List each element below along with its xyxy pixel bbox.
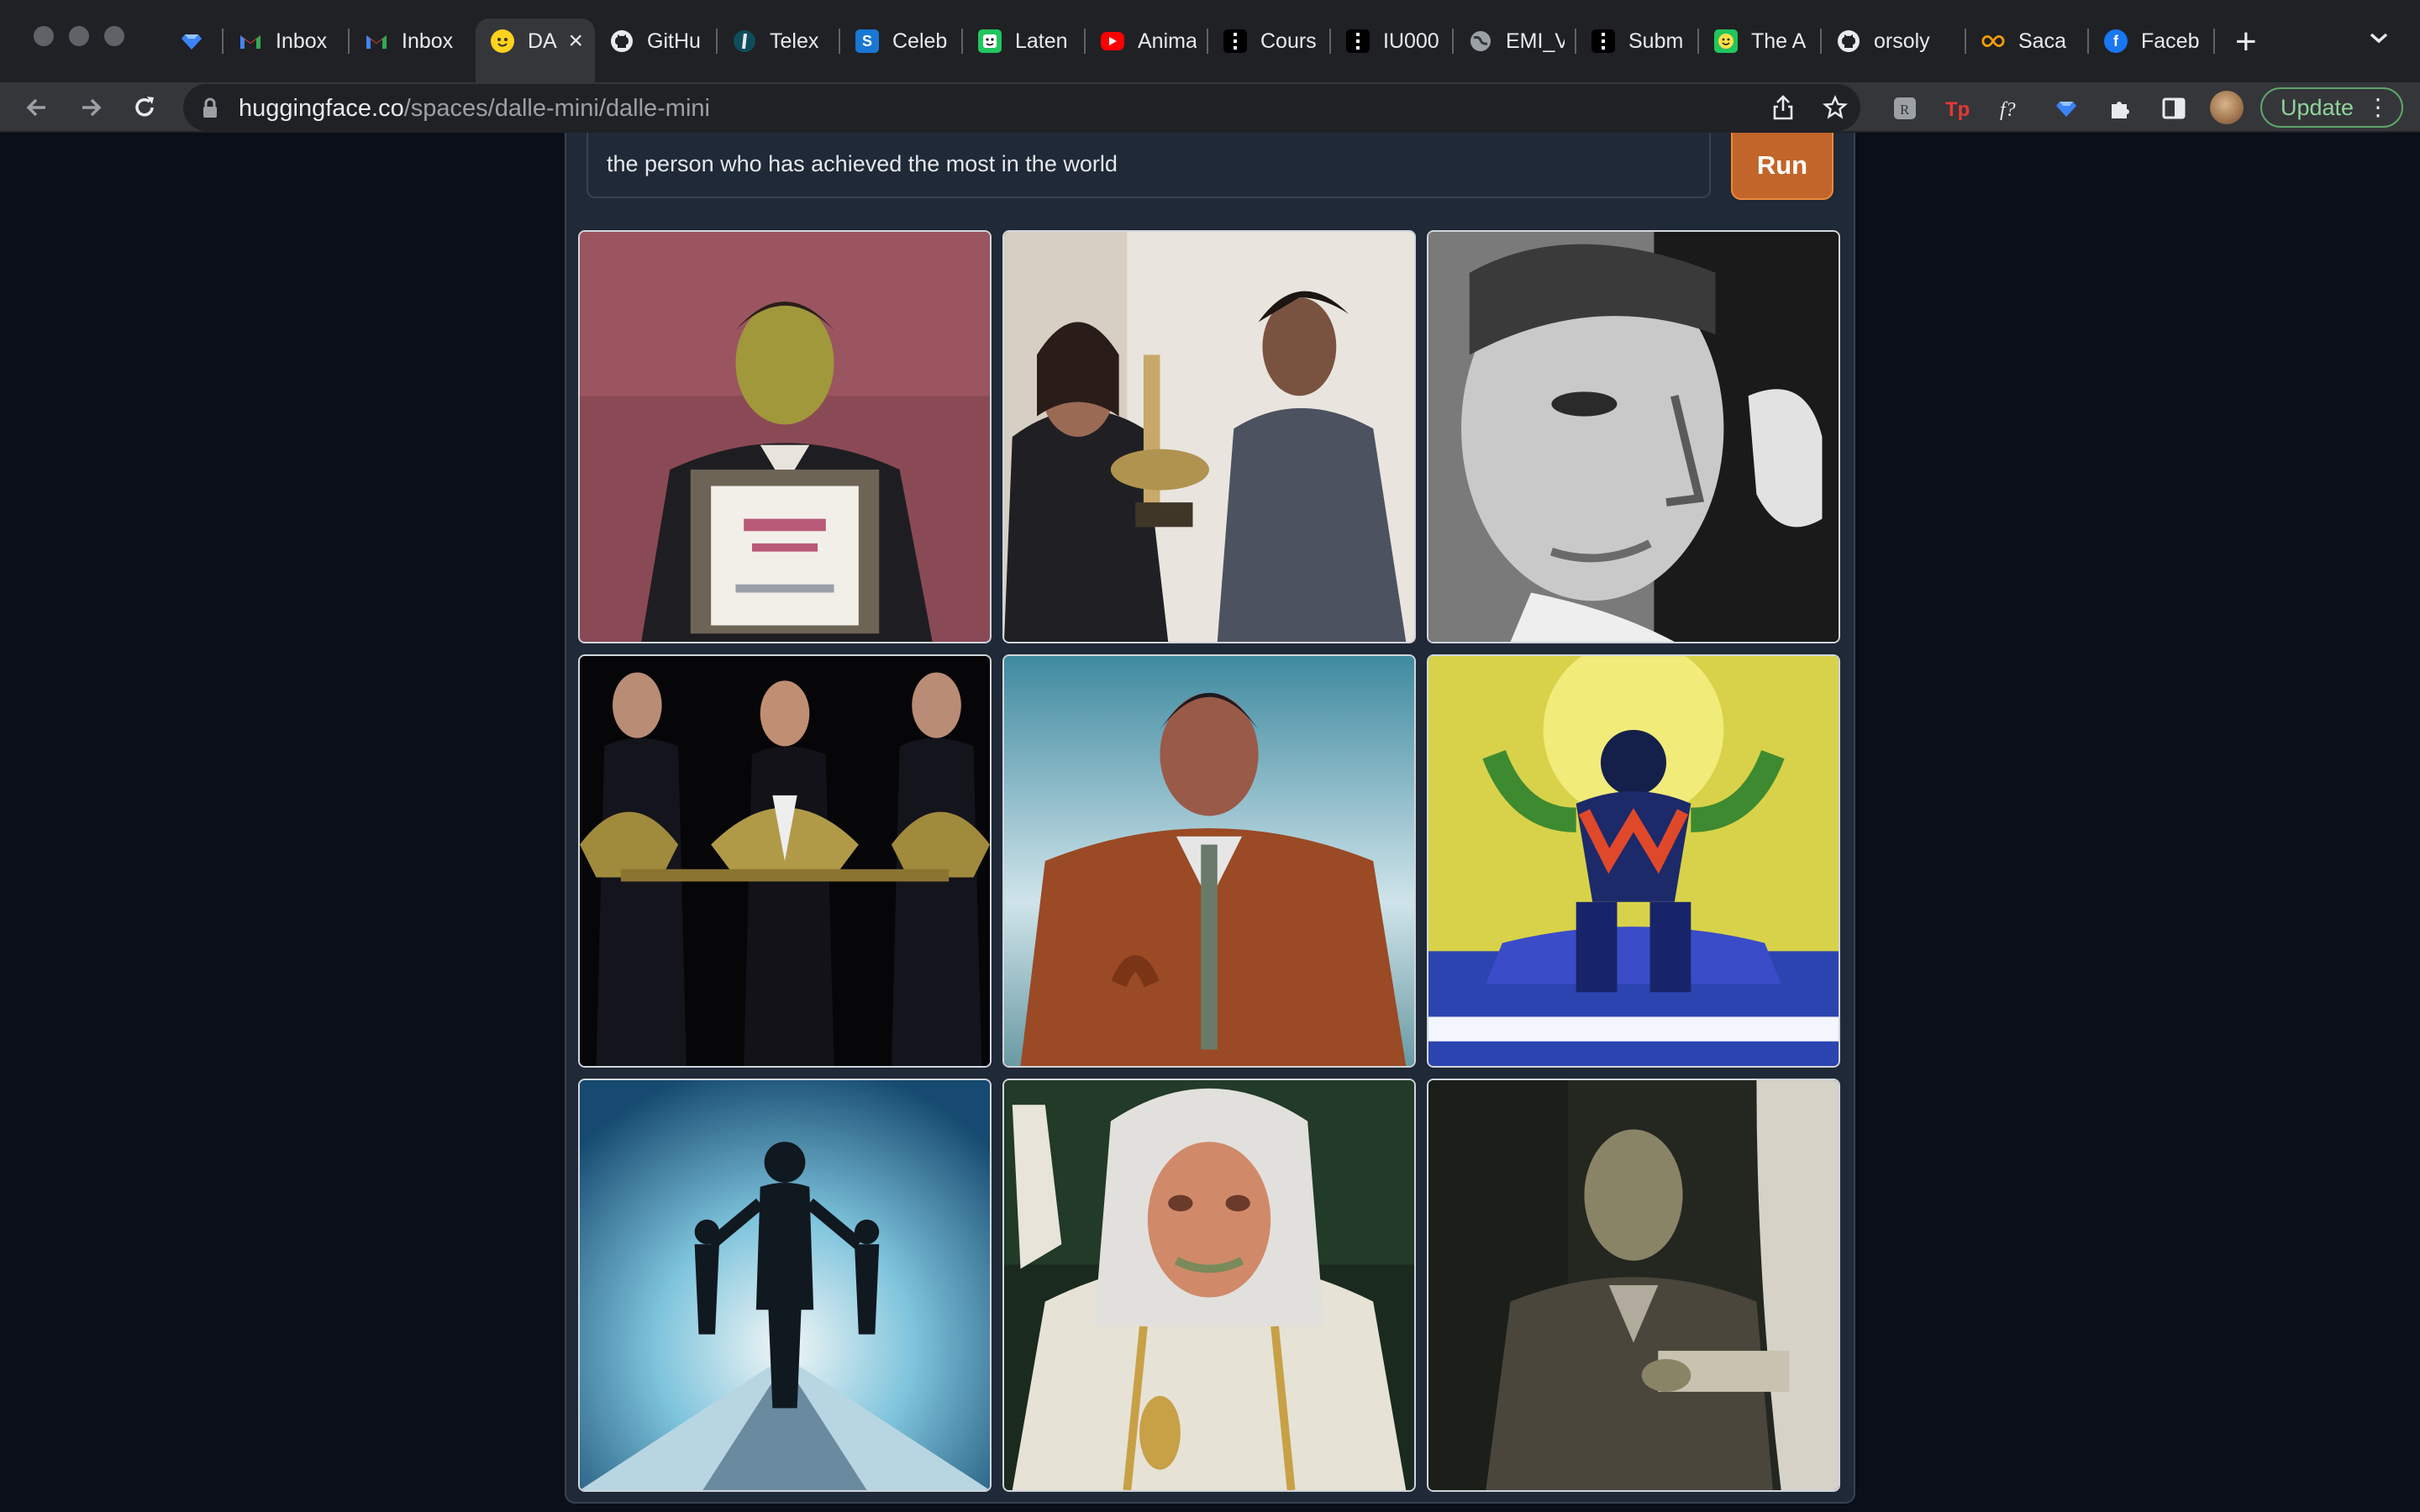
side-panel-icon[interactable] xyxy=(2160,94,2188,123)
address-bar[interactable]: huggingface.co/spaces/dalle-mini/dalle-m… xyxy=(183,84,1860,131)
tab-10[interactable]: Cours xyxy=(1208,18,1331,64)
facebook-icon: f xyxy=(2104,29,2128,53)
tab-11[interactable]: IU000 xyxy=(1331,18,1454,64)
tab-3[interactable]: Inbox xyxy=(350,18,476,64)
share-icon[interactable] xyxy=(1770,94,1797,121)
svg-text:f?: f? xyxy=(2000,99,2016,121)
tab-label: Inbox xyxy=(276,29,328,53)
extension-sapphire-icon[interactable] xyxy=(2052,94,2081,123)
smiley-icon xyxy=(1714,29,1738,53)
generated-image-9[interactable] xyxy=(1427,1079,1840,1492)
tab-label: Saca xyxy=(2018,29,2066,53)
tab-5[interactable]: GitHu xyxy=(595,18,718,64)
window-minimize-dot[interactable] xyxy=(69,26,89,46)
course-icon xyxy=(1346,29,1370,53)
celeb-icon: S xyxy=(855,29,879,53)
generated-image-7[interactable] xyxy=(578,1079,992,1492)
tab-label: Anima xyxy=(1138,29,1197,53)
tab-16[interactable]: Saca xyxy=(1966,18,2089,64)
globe-icon xyxy=(1469,29,1492,53)
more-menu-icon[interactable]: ⋮ xyxy=(2366,96,2390,119)
infinity-icon xyxy=(1981,29,2005,53)
course-icon xyxy=(1591,29,1615,53)
generated-image-5[interactable] xyxy=(1002,654,1416,1068)
tab-label: GitHu xyxy=(647,29,701,53)
telex-icon xyxy=(733,29,756,53)
tab-9[interactable]: Anima xyxy=(1086,18,1208,64)
tab-7[interactable]: S Celeb xyxy=(840,18,963,64)
url-domain: huggingface.co xyxy=(239,95,404,122)
tab-12[interactable]: EMI_V xyxy=(1454,18,1576,64)
tab-label: DA xyxy=(528,29,557,53)
generated-image-1[interactable] xyxy=(578,230,992,643)
generated-image-8[interactable] xyxy=(1002,1079,1416,1492)
tab-label: Faceb xyxy=(2141,29,2200,53)
update-label: Update xyxy=(2281,94,2354,120)
forward-arrow-icon[interactable] xyxy=(72,89,109,126)
lock-icon[interactable] xyxy=(202,97,218,123)
extension-r-icon[interactable]: R xyxy=(1891,94,1919,123)
window-zoom-dot[interactable] xyxy=(104,26,124,46)
tab-label: orsoly xyxy=(1874,29,1930,53)
tab-label: Laten xyxy=(1015,29,1068,53)
window-close-dot[interactable] xyxy=(34,26,54,46)
extensions-puzzle-icon[interactable] xyxy=(2106,94,2134,123)
tab-6[interactable]: Telex xyxy=(718,18,840,64)
new-tab-button[interactable]: + xyxy=(2235,24,2257,60)
tab-4-active[interactable]: DA × xyxy=(476,18,595,82)
sapphire-favicon-icon xyxy=(180,29,203,53)
tab-label: Telex xyxy=(770,29,819,53)
generated-image-2[interactable] xyxy=(1002,230,1416,643)
github-icon xyxy=(610,29,634,53)
tab-14[interactable]: The A xyxy=(1699,18,1822,64)
extension-tp-icon[interactable]: Tp xyxy=(1944,94,1973,123)
reload-icon[interactable] xyxy=(126,89,163,126)
tab-label: Celeb xyxy=(892,29,948,53)
latent-icon xyxy=(978,29,1002,53)
page-content: the person who has achieved the most in … xyxy=(0,133,2420,1512)
tab-1[interactable] xyxy=(165,18,224,64)
extension-function-icon[interactable]: f? xyxy=(1998,94,2027,123)
gmail-icon xyxy=(365,29,388,53)
run-button[interactable]: Run xyxy=(1731,133,1833,200)
tab-label: IU000 xyxy=(1383,29,1439,53)
browser-tab-strip: Inbox Inbox DA × GitHu Telex S Celeb Lat… xyxy=(0,0,2420,82)
tab-label: The A xyxy=(1751,29,1807,53)
url-path: /spaces/dalle-mini/dalle-mini xyxy=(403,95,710,122)
svg-text:Tp: Tp xyxy=(1945,98,1970,121)
prompt-input-value: the person who has achieved the most in … xyxy=(607,151,1118,176)
tab-label: Cours xyxy=(1260,29,1317,53)
tab-8[interactable]: Laten xyxy=(963,18,1086,64)
prompt-input[interactable]: the person who has achieved the most in … xyxy=(587,133,1711,198)
bookmark-star-icon[interactable] xyxy=(1822,94,1849,121)
generated-image-3[interactable] xyxy=(1427,230,1840,643)
generated-image-4[interactable] xyxy=(578,654,992,1068)
close-tab-icon[interactable]: × xyxy=(568,29,583,54)
generated-image-6[interactable] xyxy=(1427,654,1840,1068)
course-icon xyxy=(1223,29,1247,53)
back-arrow-icon[interactable] xyxy=(18,89,55,126)
tab-13[interactable]: Subm xyxy=(1576,18,1699,64)
tab-label: EMI_V xyxy=(1506,29,1565,53)
update-button[interactable]: Update ⋮ xyxy=(2260,87,2403,128)
url-text: huggingface.co/spaces/dalle-mini/dalle-m… xyxy=(239,95,710,123)
tab-17[interactable]: f Faceb xyxy=(2089,18,2215,64)
profile-avatar[interactable] xyxy=(2210,91,2244,124)
tab-search-chevron-icon[interactable] xyxy=(2368,30,2390,50)
huggingface-icon xyxy=(491,29,514,53)
github-icon xyxy=(1837,29,1860,53)
tab-15[interactable]: orsoly xyxy=(1822,18,1966,64)
tab-2[interactable]: Inbox xyxy=(224,18,350,64)
browser-toolbar: huggingface.co/spaces/dalle-mini/dalle-m… xyxy=(0,82,2420,133)
svg-text:R: R xyxy=(1900,102,1910,118)
gmail-icon xyxy=(239,29,262,53)
tab-label: Subm xyxy=(1628,29,1684,53)
youtube-icon xyxy=(1101,32,1124,50)
tab-label: Inbox xyxy=(402,29,454,53)
